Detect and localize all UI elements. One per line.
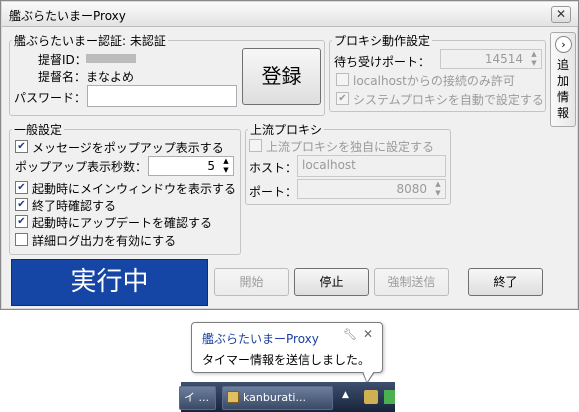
- upstream-enable-label: 上流プロキシを独自に設定する: [266, 140, 435, 154]
- notification-message: タイマー情報を送信しました。: [202, 353, 371, 367]
- notification-title: 艦ぶらたいまーProxy: [202, 332, 319, 346]
- status-banner: 実行中: [11, 259, 208, 306]
- register-button[interactable]: 登録: [242, 48, 321, 105]
- admiral-id-label: 提督ID：: [38, 53, 87, 67]
- verbose-log-label: 詳細ログ出力を有効にする: [32, 234, 177, 248]
- popup-seconds-value: 5: [207, 159, 215, 173]
- taskbar-item[interactable]: イ ...: [179, 386, 216, 410]
- auth-group-legend: 艦ぶらたいまー認証: 未認証: [14, 34, 166, 48]
- window-title: 艦ぶらたいまーProxy: [9, 9, 126, 23]
- admiral-name-value: まなよめ: [86, 70, 135, 84]
- general-settings-legend: 一般設定: [14, 123, 63, 137]
- tray-app-icon[interactable]: [364, 390, 378, 404]
- popup-seconds-spinner[interactable]: ▲ ▼: [220, 157, 232, 175]
- password-field[interactable]: [87, 85, 237, 107]
- confirm-exit-label: 終了時確認する: [32, 199, 117, 213]
- start-button[interactable]: 開始: [214, 268, 289, 296]
- upstream-host-label: ホスト：: [249, 161, 298, 175]
- pin-icon[interactable]: 🔧︎: [343, 328, 357, 341]
- app-icon: [227, 391, 239, 403]
- admiral-id-redacted: [86, 54, 136, 63]
- listen-port-value: 14514: [484, 52, 523, 66]
- tray-expand-icon[interactable]: ▲: [342, 390, 349, 400]
- close-button[interactable]: ✕: [551, 6, 571, 23]
- taskbar: イ ... kanburati... ▲: [179, 382, 395, 412]
- notification-balloon[interactable]: 艦ぶらたいまーProxy 🔧︎ ✕ タイマー情報を送信しました。: [191, 322, 383, 373]
- check-update-checkbox[interactable]: [15, 215, 28, 228]
- system-proxy-label: システムプロキシを自動で設定する: [353, 93, 544, 107]
- popup-checkbox[interactable]: [15, 140, 28, 153]
- upstream-port-field[interactable]: 8080 ▲ ▼: [297, 179, 446, 199]
- verbose-log-checkbox[interactable]: [15, 233, 28, 246]
- localhost-only-checkbox[interactable]: [336, 73, 349, 86]
- upstream-host-field[interactable]: localhost: [297, 155, 446, 177]
- exit-button[interactable]: 終了: [468, 268, 543, 296]
- balloon-tail-fill: [363, 371, 374, 382]
- close-icon[interactable]: ✕: [363, 327, 373, 341]
- chevron-right-icon: ›: [555, 36, 572, 53]
- upstream-enable-checkbox[interactable]: [249, 139, 262, 152]
- password-label: パスワード：: [14, 91, 87, 105]
- stop-button[interactable]: 停止: [294, 268, 369, 296]
- popup-seconds-field[interactable]: 5 ▲ ▼: [148, 156, 234, 176]
- upstream-port-spinner[interactable]: ▲ ▼: [432, 180, 444, 198]
- title-bar: 艦ぶらたいまーProxy ✕: [2, 2, 578, 27]
- listen-port-field[interactable]: 14514 ▲ ▼: [440, 49, 542, 69]
- additional-info-label: 追加情報: [557, 58, 570, 120]
- taskbar-item-label: kanburati...: [243, 391, 306, 404]
- localhost-only-label: localhostからの接続のみ許可: [353, 74, 515, 88]
- upstream-proxy-legend: 上流プロキシ: [250, 123, 323, 137]
- listen-port-label: 待ち受けポート：: [334, 55, 431, 69]
- admiral-name-label: 提督名：: [38, 70, 87, 84]
- force-send-button[interactable]: 強制送信: [374, 268, 449, 296]
- upstream-port-value: 8080: [396, 182, 427, 196]
- main-window-checkbox[interactable]: [15, 181, 28, 194]
- taskbar-item-kanburati[interactable]: kanburati...: [222, 386, 333, 410]
- listen-port-spinner[interactable]: ▲ ▼: [528, 50, 540, 68]
- check-update-label: 起動時にアップデートを確認する: [32, 216, 213, 230]
- system-proxy-checkbox[interactable]: [336, 92, 349, 105]
- proxy-settings-legend: プロキシ動作設定: [334, 34, 431, 48]
- additional-info-button[interactable]: › 追加情報: [550, 32, 576, 127]
- upstream-port-label: ポート：: [249, 185, 298, 199]
- popup-label: メッセージをポップアップ表示する: [32, 141, 224, 155]
- popup-seconds-label: ポップアップ表示秒数：: [15, 160, 148, 174]
- tray-icon[interactable]: [384, 390, 395, 404]
- main-window-label: 起動時にメインウィンドウを表示する: [32, 182, 237, 196]
- main-window: 艦ぶらたいまーProxy ✕ 艦ぶらたいまー認証: 未認証 提督ID： 提督名：…: [0, 0, 579, 310]
- confirm-exit-checkbox[interactable]: [15, 198, 28, 211]
